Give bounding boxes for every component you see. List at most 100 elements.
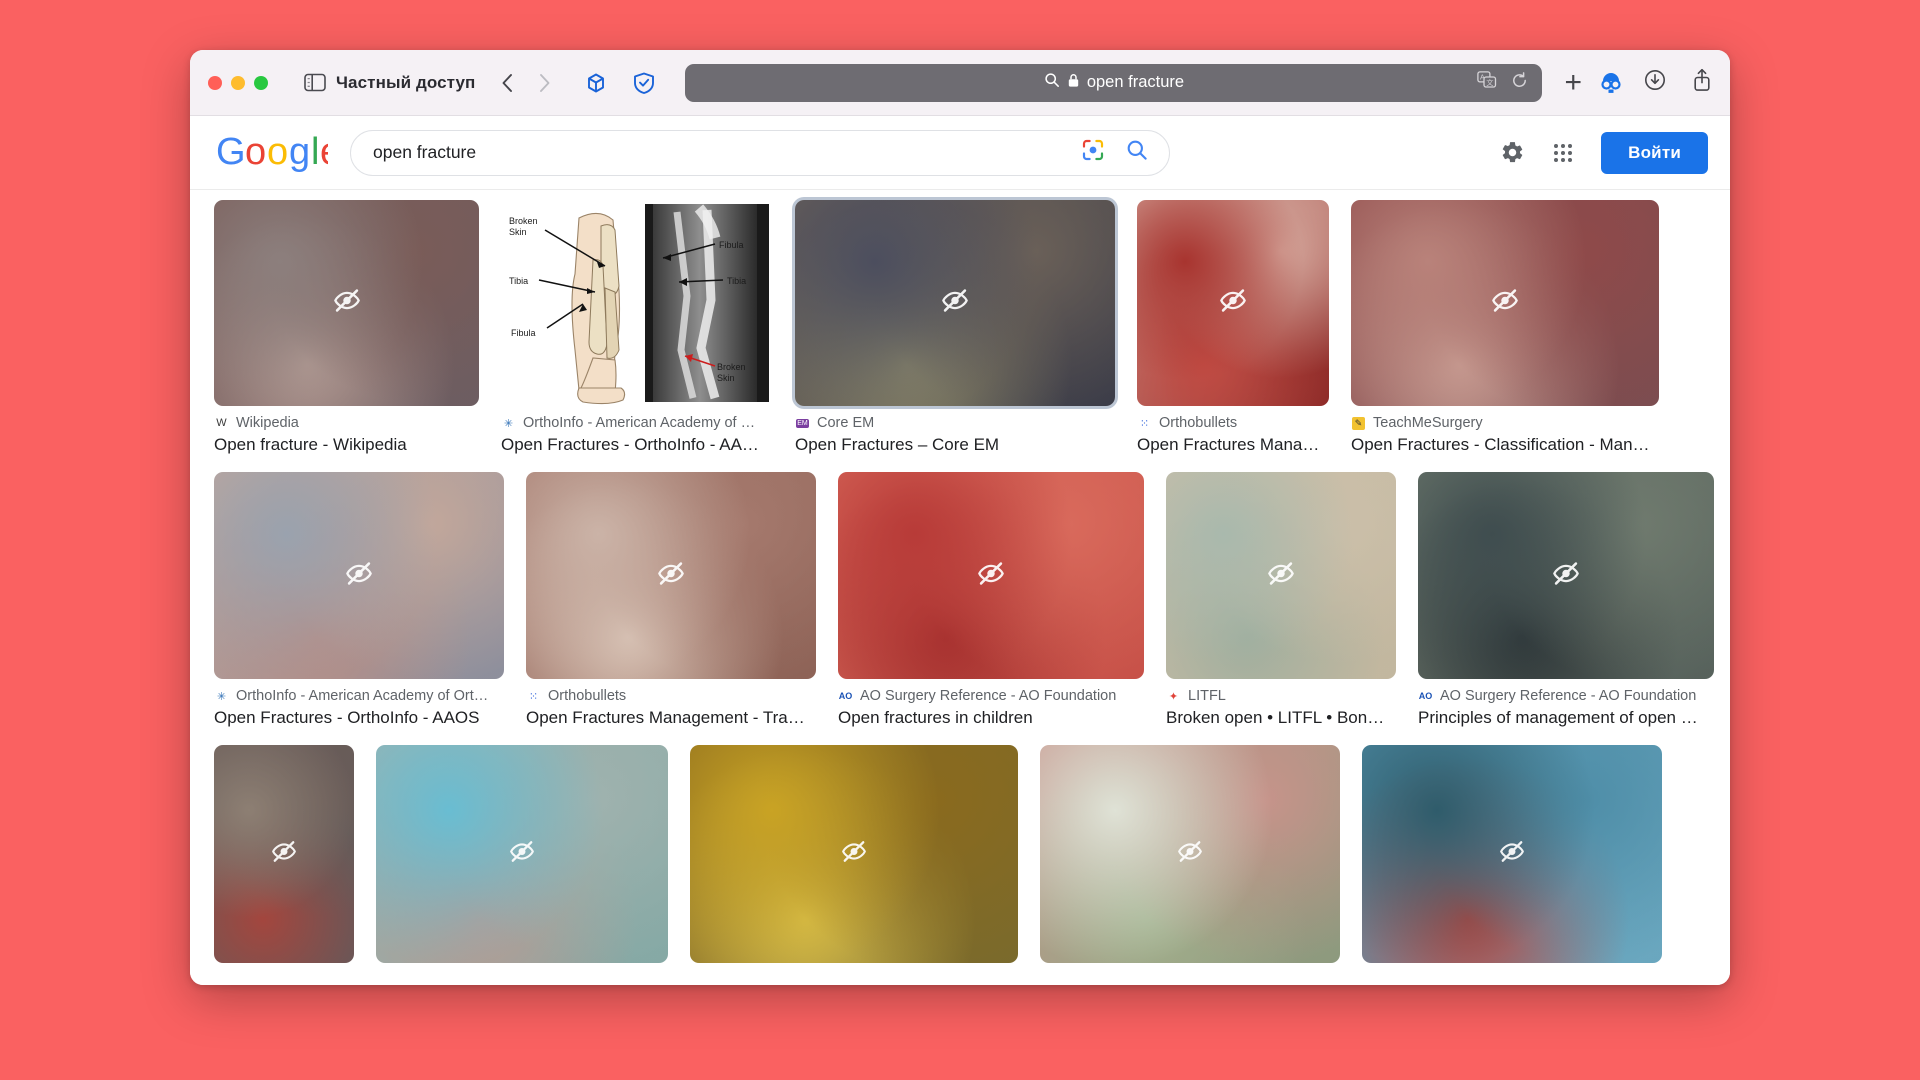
result-source: ⁙ Orthobullets	[526, 688, 816, 704]
eye-off-icon	[1491, 287, 1519, 320]
result-thumbnail[interactable]	[1418, 472, 1714, 679]
result-thumbnail[interactable]	[526, 472, 816, 679]
result-source-name: AO Surgery Reference - AO Foundation	[860, 688, 1117, 704]
search-icon[interactable]	[1125, 138, 1149, 167]
result-title[interactable]: Open Fractures - OrthoInfo - AA…	[501, 435, 773, 455]
search-input[interactable]	[373, 142, 1081, 163]
maximize-window-button[interactable]	[254, 75, 268, 90]
sign-in-button[interactable]: Войти	[1601, 131, 1708, 174]
result-title[interactable]: Broken open • LITFL • Bon…	[1166, 708, 1396, 728]
result-source: ✎ TeachMeSurgery	[1351, 415, 1659, 431]
image-result-card[interactable]: ⁙ Orthobullets Open Fractures Management -…	[526, 472, 816, 728]
result-thumbnail[interactable]	[1137, 200, 1329, 406]
back-arrow-icon[interactable]	[501, 73, 514, 93]
google-lens-icon[interactable]	[1081, 138, 1105, 167]
image-result-card[interactable]	[1362, 745, 1662, 963]
google-header: G o o g l e	[190, 116, 1730, 190]
result-thumbnail[interactable]	[1166, 472, 1396, 679]
google-header-actions: Войти	[1500, 131, 1708, 174]
tab-group-icon[interactable]	[583, 70, 609, 96]
result-source-name: Wikipedia	[236, 415, 299, 431]
image-result-card[interactable]: ✦ LITFL Broken open • LITFL • Bon…	[1166, 472, 1396, 728]
result-title[interactable]: Open fracture - Wikipedia	[214, 435, 479, 455]
result-title[interactable]: Open Fractures - Classification - Man…	[1351, 435, 1659, 455]
ao-icon: AO	[838, 691, 853, 701]
orthoinfo-icon: ✳	[216, 690, 227, 703]
new-tab-button[interactable]: +	[1564, 67, 1582, 98]
result-source: ✦ LITFL	[1166, 688, 1396, 704]
image-result-card[interactable]: ✳ OrthoInfo - American Academy of Ort… Ope…	[214, 472, 504, 728]
result-thumbnail[interactable]	[214, 472, 504, 679]
google-logo[interactable]: G o o g l e	[216, 131, 341, 173]
translate-icon[interactable]: A 文	[1477, 71, 1497, 94]
eye-off-icon	[977, 559, 1005, 592]
result-thumbnail[interactable]	[376, 745, 668, 963]
image-result-card[interactable]: AO AO Surgery Reference - AO Foundation Op…	[838, 472, 1144, 728]
eye-off-icon	[333, 287, 361, 320]
orthobullets-icon: ⁙	[1139, 417, 1150, 430]
result-thumbnail[interactable]	[1351, 200, 1659, 406]
image-result-card[interactable]	[214, 745, 354, 963]
svg-text:Broken: Broken	[509, 216, 538, 226]
image-result-card[interactable]: ✎ TeachMeSurgery Open Fractures - Classifi…	[1351, 200, 1659, 455]
apps-grid-icon[interactable]	[1551, 141, 1575, 165]
svg-text:o: o	[245, 134, 266, 172]
result-thumbnail[interactable]	[214, 200, 479, 406]
result-thumbnail-diagram[interactable]: Broken Skin Tibia Fibula Fibula Tibia Broken Sk…	[501, 200, 773, 406]
extension-icon[interactable]	[1596, 70, 1626, 96]
gear-icon[interactable]	[1500, 140, 1525, 165]
result-thumbnail[interactable]	[1362, 745, 1662, 963]
result-title[interactable]: Open Fractures - OrthoInfo - AAOS	[214, 708, 504, 728]
sidebar-icon[interactable]	[304, 73, 326, 92]
svg-text:Skin: Skin	[717, 373, 735, 383]
lock-icon	[1067, 73, 1080, 93]
coreem-icon: EM	[795, 418, 810, 428]
result-source-name: Orthobullets	[548, 688, 627, 704]
result-thumbnail[interactable]	[795, 200, 1115, 406]
result-thumbnail[interactable]	[214, 745, 354, 963]
image-result-card[interactable]	[376, 745, 668, 963]
reload-icon[interactable]	[1511, 71, 1528, 94]
result-source: ✳ OrthoInfo - American Academy of Ort…	[214, 688, 504, 704]
adblock-shield-icon[interactable]	[631, 70, 657, 96]
result-title[interactable]: Open Fractures – Core EM	[795, 435, 1115, 455]
download-icon[interactable]	[1644, 69, 1666, 96]
image-result-card[interactable]	[1040, 745, 1340, 963]
eye-off-icon	[271, 839, 297, 870]
result-source: ⁙ Orthobullets	[1137, 415, 1329, 431]
minimize-window-button[interactable]	[231, 75, 245, 90]
result-thumbnail[interactable]	[1040, 745, 1340, 963]
result-title[interactable]: Open fractures in children	[838, 708, 1144, 728]
private-browsing-label: Частный доступ	[336, 72, 476, 92]
image-result-card[interactable]	[690, 745, 1018, 963]
orthoinfo-icon: ✳	[503, 417, 514, 430]
result-thumbnail[interactable]	[838, 472, 1144, 679]
image-result-card[interactable]: ⁙ Orthobullets Open Fractures Mana…	[1137, 200, 1329, 455]
eye-off-icon	[345, 559, 373, 592]
result-meta: W Wikipedia Open fracture - Wikipedia	[214, 415, 479, 455]
result-meta: EM Core EM Open Fractures – Core EM	[795, 415, 1115, 455]
close-window-button[interactable]	[208, 75, 222, 90]
result-title[interactable]: Principles of management of open …	[1418, 708, 1714, 728]
eye-off-icon	[841, 839, 867, 870]
result-source: AO AO Surgery Reference - AO Foundation	[838, 688, 1144, 704]
eye-off-icon	[657, 559, 685, 592]
address-bar[interactable]: open fracture A 文	[685, 63, 1543, 102]
result-thumbnail[interactable]	[690, 745, 1018, 963]
result-title[interactable]: Open Fractures Management - Tra…	[526, 708, 816, 728]
eye-off-icon	[1267, 559, 1295, 592]
image-result-card[interactable]: W Wikipedia Open fracture - Wikipedia	[214, 200, 479, 455]
image-result-card[interactable]: AO AO Surgery Reference - AO Foundation Pr…	[1418, 472, 1714, 728]
image-result-card[interactable]: Broken Skin Tibia Fibula Fibula Tibia Broken Sk…	[501, 200, 773, 455]
results-row	[214, 745, 1708, 963]
share-icon[interactable]	[1692, 68, 1712, 97]
result-meta: ⁙ Orthobullets Open Fractures Management -…	[526, 688, 816, 728]
forward-arrow-icon[interactable]	[538, 73, 551, 93]
result-title[interactable]: Open Fractures Mana…	[1137, 435, 1329, 455]
image-result-card[interactable]: EM Core EM Open Fractures – Core EM	[795, 200, 1115, 455]
svg-text:e: e	[320, 134, 328, 172]
google-search-box[interactable]	[350, 129, 1170, 176]
result-meta: ✦ LITFL Broken open • LITFL • Bon…	[1166, 688, 1396, 728]
search-box-icons	[1081, 138, 1149, 167]
browser-toolbar: Частный доступ open fracture A 文 +	[190, 50, 1730, 116]
